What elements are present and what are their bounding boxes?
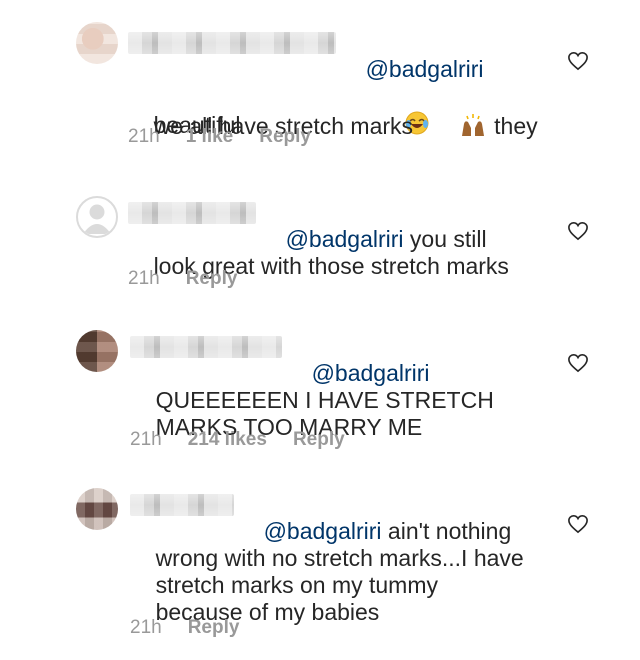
timestamp: 21h <box>128 268 160 289</box>
likes-count[interactable]: 1 like <box>186 126 234 147</box>
comment-text: because of my babies <box>130 572 380 653</box>
heart-icon[interactable] <box>567 353 589 373</box>
comment-item: @badgalriri we all have stretch marks th… <box>0 0 640 170</box>
heart-icon[interactable] <box>567 51 589 71</box>
comment-body: they <box>487 113 538 140</box>
default-avatar-icon <box>83 204 111 234</box>
raised-hands-emoji <box>419 85 487 171</box>
comment-item: @badgalriri QUEEEEEEN I HAVE STRETCH MAR… <box>0 310 640 480</box>
comment-text: MARKS TOO MARRY ME <box>130 387 423 468</box>
avatar[interactable] <box>76 196 118 238</box>
comment-meta: 21h 214 likes Reply <box>130 429 371 451</box>
heart-icon[interactable] <box>567 514 589 534</box>
likes-count[interactable]: 214 likes <box>188 429 267 450</box>
avatar[interactable] <box>76 22 118 64</box>
avatar[interactable] <box>76 488 118 530</box>
comment-item: @badgalriri ain't nothing wrong with no … <box>0 480 640 660</box>
comment-meta: 21h Reply <box>130 617 265 639</box>
comment-meta: 21h 1 like Reply <box>128 126 337 148</box>
heart-icon[interactable] <box>567 221 589 241</box>
username-blurred[interactable] <box>128 202 256 224</box>
reply-button[interactable]: Reply <box>293 429 345 450</box>
comment-item: @badgalriri you still look great with th… <box>0 170 640 310</box>
reply-button[interactable]: Reply <box>188 617 240 638</box>
username-blurred[interactable] <box>130 336 282 358</box>
username-blurred[interactable] <box>130 494 234 516</box>
comment-text: look great with those stretch marks <box>128 226 509 307</box>
reply-button[interactable]: Reply <box>186 268 238 289</box>
timestamp: 21h <box>130 429 162 450</box>
timestamp: 21h <box>130 617 162 638</box>
avatar[interactable] <box>76 330 118 372</box>
timestamp: 21h <box>128 126 160 147</box>
comment-meta: 21h Reply <box>128 268 263 290</box>
username-blurred[interactable] <box>128 32 336 54</box>
reply-button[interactable]: Reply <box>259 126 311 147</box>
